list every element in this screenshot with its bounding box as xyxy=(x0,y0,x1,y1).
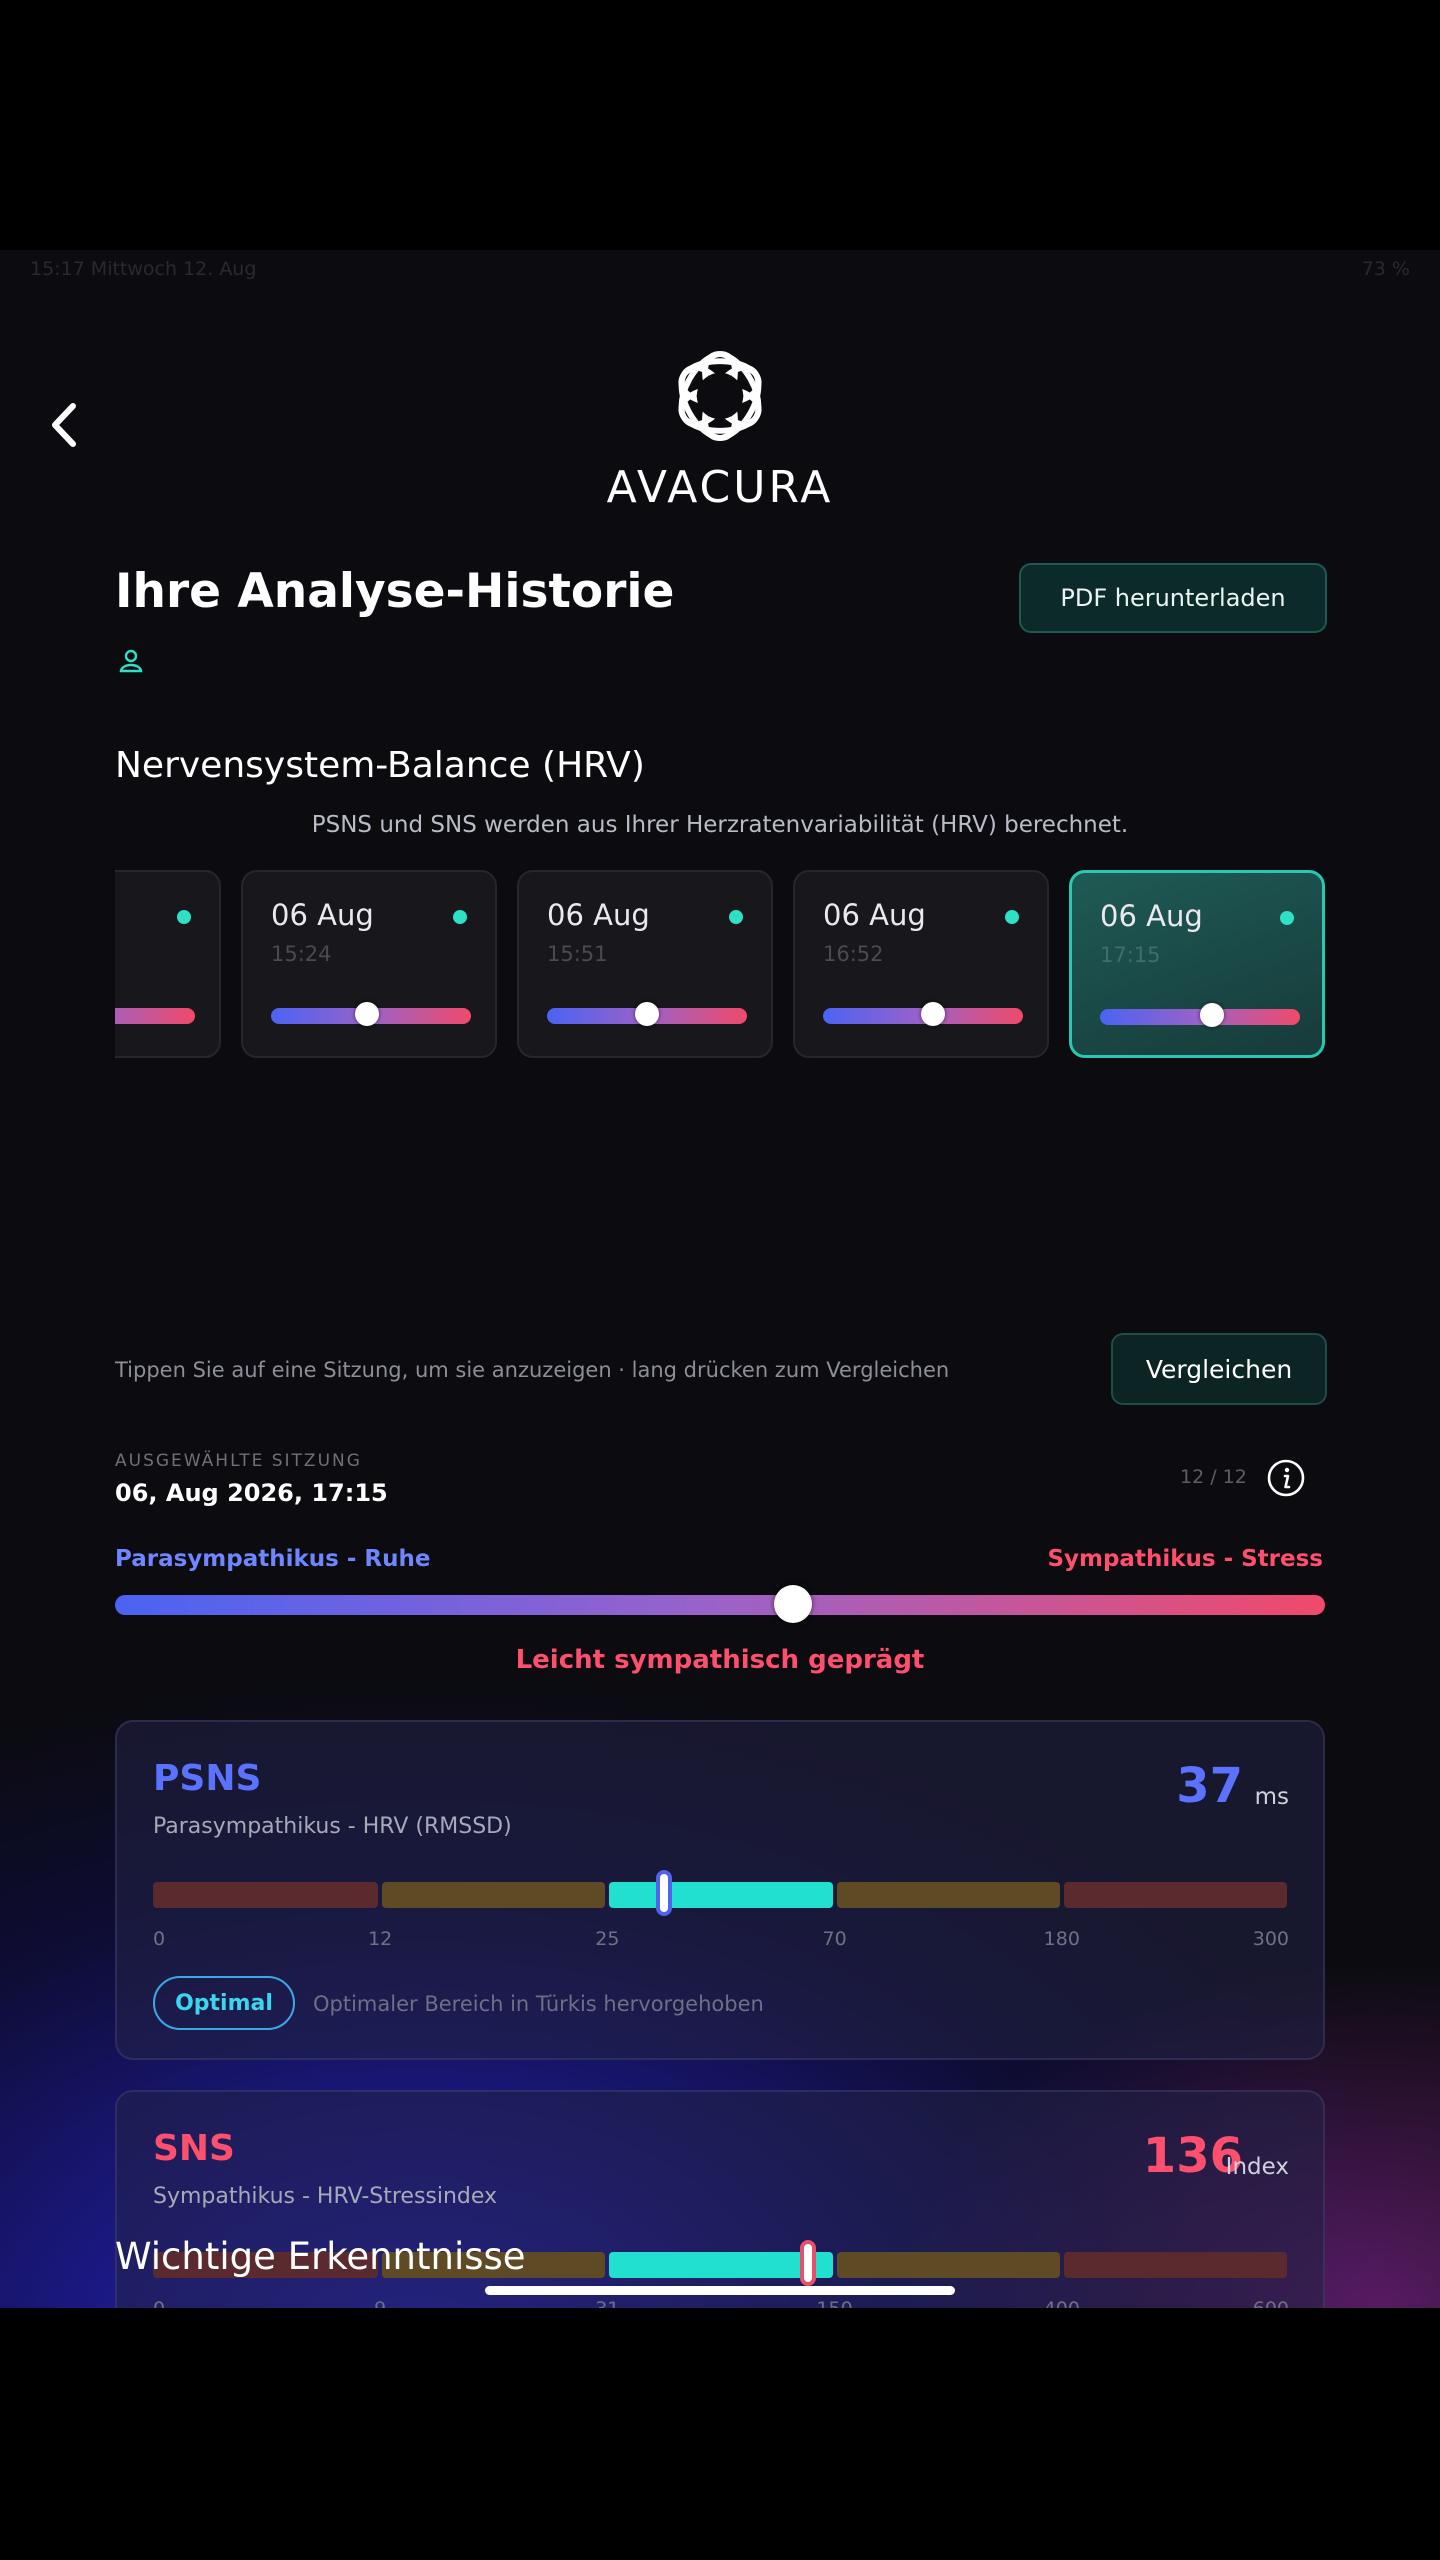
session-status-dot xyxy=(1005,910,1019,924)
session-time: 16:52 xyxy=(823,942,884,966)
sympathetic-label: Sympathikus - Stress xyxy=(1047,1546,1323,1572)
metric-unit: Index xyxy=(1225,2154,1289,2180)
brand-logo-icon xyxy=(678,351,762,441)
optimal-badge[interactable]: Optimal xyxy=(153,1976,295,2030)
brand-name: AVACURA xyxy=(606,462,834,513)
session-status-dot xyxy=(1280,911,1294,925)
range-segment-optimal xyxy=(609,1882,833,1908)
chevron-left-icon xyxy=(52,403,76,447)
session-card[interactable]: 06 Aug 15:24 xyxy=(241,870,497,1058)
range-segment xyxy=(1063,1882,1287,1908)
balance-status: Leicht sympathisch geprägt xyxy=(515,1645,925,1675)
range-tick-label: 300 xyxy=(1252,1928,1289,1950)
range-tick-label: 25 xyxy=(595,1928,620,1950)
range-tick-label: 180 xyxy=(1043,1928,1080,1950)
balance-slider-track xyxy=(115,1595,1325,1615)
session-date: 06 Aug xyxy=(547,898,650,932)
session-status-dot xyxy=(729,910,743,924)
metric-note: Optimaler Bereich in Türkis hervorgehobe… xyxy=(313,1992,764,2016)
session-status-dot xyxy=(177,910,191,924)
range-tick-label: 9 xyxy=(374,2298,386,2308)
range-segment xyxy=(153,1882,379,1908)
section-title: Nervensystem-Balance (HRV) xyxy=(115,745,645,786)
status-battery: 73 % xyxy=(1361,258,1410,280)
parasympathetic-label: Parasympathikus - Ruhe xyxy=(115,1546,431,1572)
range-segment xyxy=(1063,2252,1287,2278)
metric-name: PSNS xyxy=(153,1758,262,1799)
balance-slider-knob xyxy=(773,1585,812,1623)
page-title: Ihre Analyse-Historie xyxy=(115,564,675,619)
insights-title: Wichtige Erkenntnisse xyxy=(115,2235,526,2278)
range-tick-label: 150 xyxy=(816,2298,852,2308)
session-count: 12 / 12 xyxy=(1180,1466,1247,1488)
status-time: 15:17 Mittwoch 12. Aug xyxy=(30,258,257,280)
session-balance-knob xyxy=(635,1002,659,1026)
session-balance-knob xyxy=(1200,1003,1224,1027)
session-date: 06 Aug xyxy=(823,898,926,932)
metric-card-psns: PSNS Parasympathikus - HRV (RMSSD) 37 ms 0 12… xyxy=(115,1720,1325,2060)
selected-session-label: AUSGEWÄHLTE SITZUNG xyxy=(115,1451,362,1471)
value-marker xyxy=(656,1870,673,1916)
back-button[interactable] xyxy=(38,390,90,460)
session-date: 06 Aug xyxy=(271,898,374,932)
range-tick-label: 400 xyxy=(1044,2298,1080,2308)
home-indicator xyxy=(485,2286,955,2295)
range-segment-optimal xyxy=(609,2252,833,2278)
metric-unit: ms xyxy=(1254,1784,1289,1810)
user-icon[interactable] xyxy=(118,647,144,673)
range-segment xyxy=(836,2252,1060,2278)
session-balance-knob xyxy=(355,1002,379,1026)
metric-subtitle: Sympathikus - HRV-Stressindex xyxy=(153,2184,498,2209)
app-screen: 15:17 Mittwoch 12. Aug 73 % AVACURA Ihre… xyxy=(0,250,1440,2308)
session-date: 06 Aug xyxy=(1100,899,1203,933)
info-icon[interactable] xyxy=(1266,1458,1306,1498)
range-segment xyxy=(382,1882,606,1908)
session-card[interactable] xyxy=(115,870,221,1058)
range-tick-label: 600 xyxy=(1253,2298,1289,2308)
range-segment xyxy=(836,1882,1060,1908)
session-time: 15:24 xyxy=(271,942,332,966)
range-tick-label: 12 xyxy=(368,1928,393,1950)
session-status-dot xyxy=(453,910,467,924)
session-balance-knob xyxy=(921,1002,945,1026)
session-balance-bar xyxy=(115,1008,195,1024)
range-tick-label: 0 xyxy=(153,1928,166,1950)
metric-subtitle: Parasympathikus - HRV (RMSSD) xyxy=(153,1814,512,1839)
session-time: 15:51 xyxy=(547,942,608,966)
selected-session-date: 06, Aug 2026, 17:15 xyxy=(115,1479,388,1507)
metric-value: 37 xyxy=(1176,1758,1243,1814)
status-bar: 15:17 Mittwoch 12. Aug 73 % xyxy=(30,258,1410,284)
value-marker xyxy=(800,2240,817,2286)
session-hint: Tippen Sie auf eine Sitzung, um sie anzu… xyxy=(115,1358,950,1382)
range-track xyxy=(153,1882,1289,1908)
pdf-download-button[interactable]: PDF herunterladen xyxy=(1019,563,1327,633)
session-card-selected[interactable]: 06 Aug 17:15 xyxy=(1069,870,1325,1058)
session-card[interactable]: 06 Aug 16:52 xyxy=(793,870,1049,1058)
range-tick-label: 31 xyxy=(595,2298,619,2308)
session-card[interactable]: 06 Aug 15:51 xyxy=(517,870,773,1058)
compare-button[interactable]: Vergleichen xyxy=(1111,1333,1327,1405)
range-tick-label: 0 xyxy=(153,2298,165,2308)
session-carousel[interactable]: 06 Aug 15:24 06 Aug 15:51 06 Aug 16:52 06 Aug 1… xyxy=(115,870,1325,1070)
section-subtitle: PSNS und SNS werden aus Ihrer Herzratenv… xyxy=(311,812,1129,838)
metric-name: SNS xyxy=(153,2128,235,2169)
session-time: 17:15 xyxy=(1100,943,1161,967)
range-tick-label: 70 xyxy=(822,1928,847,1950)
